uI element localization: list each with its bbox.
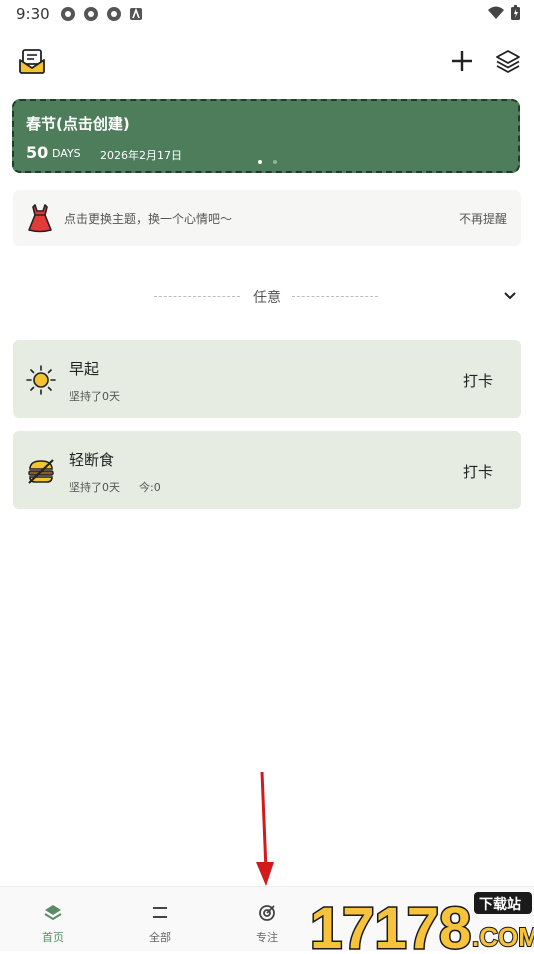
status-time: 9:30 [16,5,50,23]
habit-name: 早起 [69,360,100,378]
svg-text:17178: 17178 [310,896,471,950]
banner-title: 春节(点击创建) [26,115,130,133]
banner-days-count: 50 [26,143,49,162]
arrow-annotation-icon [256,771,274,886]
dress-icon [28,204,52,233]
sun-icon [26,365,56,395]
countdown-banner[interactable]: 春节(点击创建) 50 DAYS 2026年2月17日 [12,99,520,173]
tip-dismiss-button[interactable]: 不再提醒 [459,210,507,227]
habit-name: 轻断食 [69,451,115,469]
layers-icon[interactable] [494,47,522,75]
watermark-logo: 17178 下载站 .COM [309,892,534,954]
status-bar: 9:30 [0,0,534,28]
habit-streak: 坚持了0天 [69,390,120,403]
nav-label-all: 全部 [149,931,171,944]
banner-date: 2026年2月17日 [100,149,182,162]
home-layers-icon [44,905,62,921]
target-icon [259,905,275,921]
notification-icons [60,6,143,22]
habit-today-count: 今:0 [139,481,161,494]
habit-card[interactable]: 早起 坚持了0天 打卡 [13,340,521,418]
nav-item-home[interactable]: 首页 [0,887,106,951]
list-icon [153,907,167,918]
app-notification-icon [107,7,121,21]
font-notification-icon [130,7,142,20]
site-watermark: 17178 下载站 .COM [308,888,534,954]
mail-icon[interactable] [17,46,47,76]
nav-label-home: 首页 [42,931,64,944]
wifi-icon [488,6,504,19]
carousel-dot [273,160,277,164]
system-icons [487,5,520,20]
nav-item-all[interactable]: 全部 [107,887,213,951]
group-header[interactable]: 任意 [0,284,534,308]
svg-text:下载站: 下载站 [479,896,521,913]
theme-tip[interactable]: 点击更换主题，换一个心情吧～ 不再提醒 [13,190,521,246]
svg-text:.COM: .COM [472,922,534,950]
add-icon[interactable] [448,47,476,75]
nav-item-focus[interactable]: 专注 [214,887,320,951]
chevron-down-icon[interactable] [504,291,516,301]
check-in-button[interactable]: 打卡 [463,461,493,482]
banner-days-unit: DAYS [52,147,81,160]
habit-streak: 坚持了0天 [69,481,120,494]
check-in-button[interactable]: 打卡 [463,370,493,391]
battery-icon [511,5,520,20]
divider-right [292,296,378,297]
group-label: 任意 [253,290,281,306]
tip-text: 点击更换主题，换一个心情吧～ [64,212,233,226]
top-bar [0,42,534,82]
habit-card[interactable]: 轻断食 坚持了0天 今:0 打卡 [13,431,521,509]
app-notification-icon [84,7,98,21]
nav-label-focus: 专注 [256,931,278,944]
carousel-dot-active [258,160,262,164]
app-notification-icon [61,7,75,21]
burger-off-icon [28,459,54,484]
